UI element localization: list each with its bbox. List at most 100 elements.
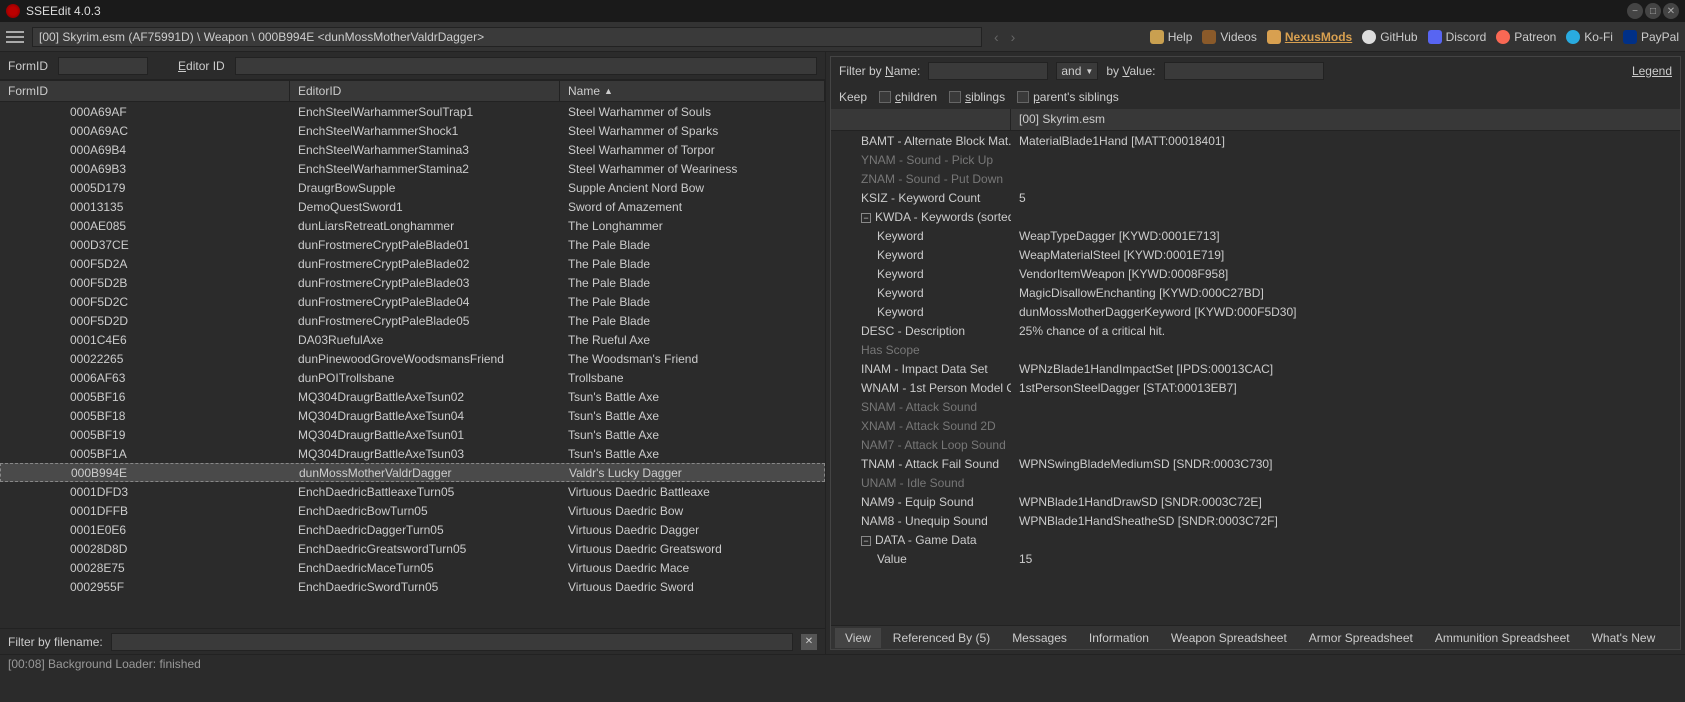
table-row[interactable]: 0001DFFBEnchDaedricBowTurn05Virtuous Dae… [0, 501, 825, 520]
maximize-button[interactable]: □ [1645, 3, 1661, 19]
table-row[interactable]: 0005BF18MQ304DraugrBattleAxeTsun04Tsun's… [0, 406, 825, 425]
table-row[interactable]: 0001E0E6EnchDaedricDaggerTurn05Virtuous … [0, 520, 825, 539]
table-row[interactable]: 000B994EdunMossMotherValdrDaggerValdr's … [0, 463, 825, 482]
nexus-icon [1267, 30, 1281, 44]
editorid-filter-label: Editor ID [178, 59, 225, 73]
legend-link[interactable]: Legend [1632, 64, 1672, 78]
tab-information[interactable]: Information [1079, 628, 1159, 648]
nexus-link[interactable]: NexusMods [1267, 30, 1352, 44]
kofi-link[interactable]: Ko-Fi [1566, 30, 1613, 44]
column-name[interactable]: Name▲ [560, 81, 825, 101]
tab-ammo-spreadsheet[interactable]: Ammunition Spreadsheet [1425, 628, 1580, 648]
detail-row[interactable]: WNAM - 1st Person Model O...1stPersonSte… [831, 378, 1680, 397]
tab-armor-spreadsheet[interactable]: Armor Spreadsheet [1299, 628, 1423, 648]
tab-messages[interactable]: Messages [1002, 628, 1077, 648]
detail-row[interactable]: KeywordMagicDisallowEnchanting [KYWD:000… [831, 283, 1680, 302]
table-row[interactable]: 000A69B4EnchSteelWarhammerStamina3Steel … [0, 140, 825, 159]
path-display[interactable]: [00] Skyrim.esm (AF75991D) \ Weapon \ 00… [32, 27, 982, 47]
table-row[interactable]: 0006AF63dunPOITrollsbaneTrollsbane [0, 368, 825, 387]
table-row[interactable]: 0005BF19MQ304DraugrBattleAxeTsun01Tsun's… [0, 425, 825, 444]
nav-back-button[interactable]: ‹ [990, 29, 1003, 45]
table-row[interactable]: 0001C4E6DA03RuefulAxeThe Rueful Axe [0, 330, 825, 349]
detail-row[interactable]: TNAM - Attack Fail SoundWPNSwingBladeMed… [831, 454, 1680, 473]
keep-children-checkbox[interactable]: children [879, 90, 937, 104]
table-row[interactable]: 0001DFD3EnchDaedricBattleaxeTurn05Virtuo… [0, 482, 825, 501]
detail-row[interactable]: KSIZ - Keyword Count5 [831, 188, 1680, 207]
videos-link[interactable]: Videos [1202, 30, 1256, 44]
minimize-button[interactable]: − [1627, 3, 1643, 19]
detail-plugin-column[interactable]: [00] Skyrim.esm [1011, 109, 1680, 130]
help-link[interactable]: Help [1150, 30, 1193, 44]
table-row[interactable]: 00013135DemoQuestSword1Sword of Amazemen… [0, 197, 825, 216]
table-row[interactable]: 000F5D2DdunFrostmereCryptPaleBlade05The … [0, 311, 825, 330]
clear-filter-button[interactable]: ✕ [801, 634, 817, 650]
tab-weapon-spreadsheet[interactable]: Weapon Spreadsheet [1161, 628, 1297, 648]
detail-row[interactable]: Has Scope [831, 340, 1680, 359]
formid-filter-label: FormID [8, 59, 48, 73]
nav-forward-button[interactable]: › [1007, 29, 1020, 45]
detail-row[interactable]: YNAM - Sound - Pick Up [831, 150, 1680, 169]
table-row[interactable]: 0005BF1AMQ304DraugrBattleAxeTsun03Tsun's… [0, 444, 825, 463]
book-icon [1150, 30, 1164, 44]
table-row[interactable]: 000D37CEdunFrostmereCryptPaleBlade01The … [0, 235, 825, 254]
detail-row[interactable]: XNAM - Attack Sound 2D [831, 416, 1680, 435]
detail-row[interactable]: −KWDA - Keywords (sorted) [831, 207, 1680, 226]
detail-row[interactable]: Value15 [831, 549, 1680, 568]
table-row[interactable]: 000F5D2CdunFrostmereCryptPaleBlade04The … [0, 292, 825, 311]
collapse-icon[interactable]: − [861, 536, 871, 546]
detail-row[interactable]: INAM - Impact Data SetWPNzBlade1HandImpa… [831, 359, 1680, 378]
table-row[interactable]: 0005D179DraugrBowSuppleSupple Ancient No… [0, 178, 825, 197]
table-row[interactable]: 000F5D2BdunFrostmereCryptPaleBlade03The … [0, 273, 825, 292]
tab-view[interactable]: View [835, 628, 881, 648]
editorid-filter-input[interactable] [235, 57, 817, 75]
detail-row[interactable]: DESC - Description25% chance of a critic… [831, 321, 1680, 340]
filename-filter-input[interactable] [111, 633, 793, 651]
detail-row[interactable]: NAM9 - Equip SoundWPNBlade1HandDrawSD [S… [831, 492, 1680, 511]
filter-value-input[interactable] [1164, 62, 1324, 80]
filter-logic-dropdown[interactable]: and▼ [1056, 62, 1098, 80]
record-list[interactable]: 000A69AFEnchSteelWarhammerSoulTrap1Steel… [0, 102, 825, 628]
tab-referenced-by[interactable]: Referenced By (5) [883, 628, 1000, 648]
column-formid[interactable]: FormID [0, 81, 290, 101]
paypal-link[interactable]: PayPal [1623, 30, 1679, 44]
detail-row[interactable]: KeywordVendorItemWeapon [KYWD:0008F958] [831, 264, 1680, 283]
detail-list[interactable]: BAMT - Alternate Block Mat...MaterialBla… [831, 131, 1680, 625]
table-row[interactable]: 000AE085dunLiarsRetreatLonghammerThe Lon… [0, 216, 825, 235]
table-row[interactable]: 000A69B3EnchSteelWarhammerStamina2Steel … [0, 159, 825, 178]
table-row[interactable]: 000A69ACEnchSteelWarhammerShock1Steel Wa… [0, 121, 825, 140]
detail-row[interactable]: NAM8 - Unequip SoundWPNBlade1HandSheathe… [831, 511, 1680, 530]
detail-row[interactable]: −DATA - Game Data [831, 530, 1680, 549]
filter-value-label: by Value: [1106, 64, 1155, 78]
keep-siblings-checkbox[interactable]: siblings [949, 90, 1005, 104]
detail-row[interactable]: ZNAM - Sound - Put Down [831, 169, 1680, 188]
discord-link[interactable]: Discord [1428, 30, 1487, 44]
filter-name-label: Filter by Name: [839, 64, 920, 78]
tab-whats-new[interactable]: What's New [1582, 628, 1666, 648]
table-row[interactable]: 00022265dunPinewoodGroveWoodsmansFriendT… [0, 349, 825, 368]
keep-parents-checkbox[interactable]: parent's siblings [1017, 90, 1119, 104]
table-row[interactable]: 0005BF16MQ304DraugrBattleAxeTsun02Tsun's… [0, 387, 825, 406]
patreon-link[interactable]: Patreon [1496, 30, 1556, 44]
table-row[interactable]: 000F5D2AdunFrostmereCryptPaleBlade02The … [0, 254, 825, 273]
detail-row[interactable]: NAM7 - Attack Loop Sound [831, 435, 1680, 454]
detail-row[interactable]: SNAM - Attack Sound [831, 397, 1680, 416]
column-editorid[interactable]: EditorID [290, 81, 560, 101]
detail-row[interactable]: BAMT - Alternate Block Mat...MaterialBla… [831, 131, 1680, 150]
table-row[interactable]: 00028D8DEnchDaedricGreatswordTurn05Virtu… [0, 539, 825, 558]
close-button[interactable]: ✕ [1663, 3, 1679, 19]
github-icon [1362, 30, 1376, 44]
filter-name-input[interactable] [928, 62, 1048, 80]
detail-row[interactable]: KeywordWeapTypeDagger [KYWD:0001E713] [831, 226, 1680, 245]
menu-button[interactable] [6, 31, 24, 43]
github-link[interactable]: GitHub [1362, 30, 1417, 44]
table-row[interactable]: 000A69AFEnchSteelWarhammerSoulTrap1Steel… [0, 102, 825, 121]
formid-filter-input[interactable] [58, 57, 148, 75]
table-row[interactable]: 00028E75EnchDaedricMaceTurn05Virtuous Da… [0, 558, 825, 577]
toolbar: [00] Skyrim.esm (AF75991D) \ Weapon \ 00… [0, 22, 1685, 52]
table-row[interactable]: 0002955FEnchDaedricSwordTurn05Virtuous D… [0, 577, 825, 596]
detail-row[interactable]: KeyworddunMossMotherDaggerKeyword [KYWD:… [831, 302, 1680, 321]
detail-row[interactable]: UNAM - Idle Sound [831, 473, 1680, 492]
detail-field-column[interactable] [831, 109, 1011, 130]
detail-row[interactable]: KeywordWeapMaterialSteel [KYWD:0001E719] [831, 245, 1680, 264]
collapse-icon[interactable]: − [861, 213, 871, 223]
